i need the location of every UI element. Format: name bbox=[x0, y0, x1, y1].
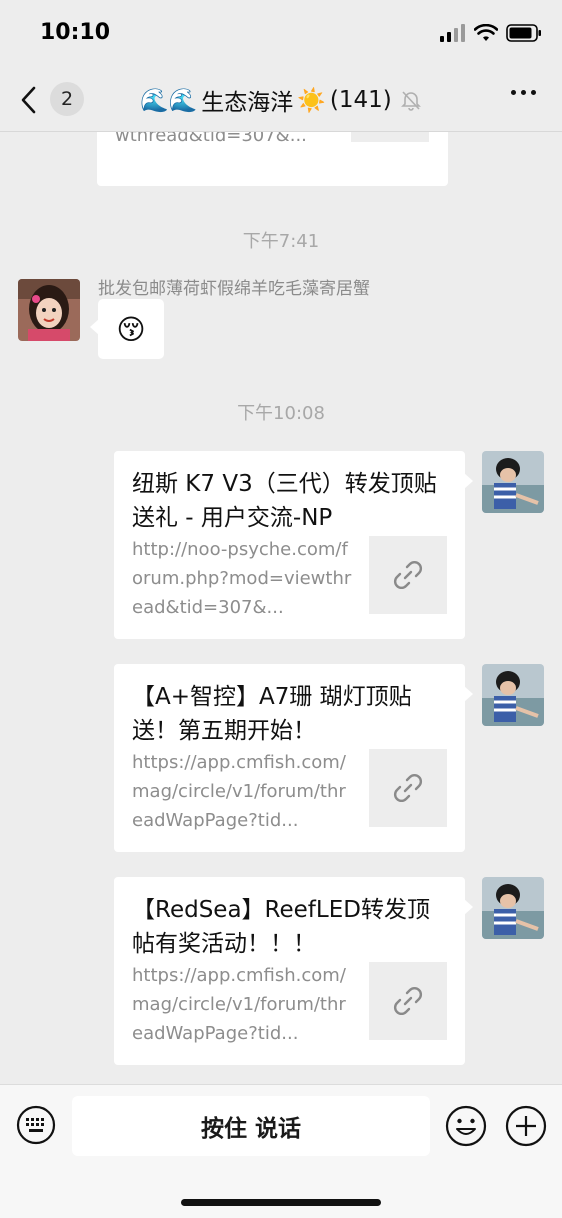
chevron-left-icon bbox=[21, 86, 36, 114]
bell-off-icon bbox=[400, 91, 421, 111]
link-card-partial[interactable]: m/forum.php?mod=viewthread&tid=307&... bbox=[97, 132, 448, 186]
bubble-tail bbox=[464, 473, 473, 489]
sun-emoji: ☀️ bbox=[297, 87, 326, 114]
link-card-thumbnail bbox=[369, 749, 447, 827]
link-card-title: 纽斯 K7 V3（三代）转发顶贴送礼 - 用户交流-NP bbox=[132, 471, 437, 531]
chat-title-text: 生态海洋 bbox=[201, 90, 294, 116]
emoji-message-bubble[interactable]: 😚 bbox=[90, 299, 164, 359]
link-card-thumbnail bbox=[369, 962, 447, 1040]
member-count: (141) bbox=[329, 87, 392, 113]
wave-emoji: 🌊🌊 bbox=[140, 87, 198, 114]
bubble-tail bbox=[464, 899, 473, 915]
back-button[interactable]: 2 bbox=[20, 82, 88, 118]
chat-title[interactable]: 🌊🌊 生态海洋 ☀️ (141) bbox=[140, 84, 440, 116]
status-icons bbox=[440, 24, 542, 42]
my-avatar[interactable] bbox=[482, 877, 544, 939]
smiley-icon bbox=[445, 1105, 487, 1147]
signal-icon bbox=[440, 24, 465, 42]
link-icon bbox=[394, 774, 422, 802]
nav-bar: 2 🌊🌊 生态海洋 ☀️ (141) bbox=[0, 68, 562, 132]
more-button[interactable] bbox=[511, 90, 536, 95]
status-bar: 10:10 bbox=[0, 0, 562, 68]
bubble-tail bbox=[90, 319, 99, 335]
link-card-thumbnail bbox=[369, 536, 447, 614]
link-icon bbox=[394, 987, 422, 1015]
link-icon bbox=[394, 561, 422, 589]
link-card[interactable]: 纽斯 K7 V3（三代）转发顶贴送礼 - 用户交流-NP http://noo-… bbox=[114, 451, 473, 639]
more-functions-button[interactable] bbox=[505, 1105, 547, 1147]
plus-circle-icon bbox=[505, 1105, 547, 1147]
my-avatar[interactable] bbox=[482, 664, 544, 726]
link-card-url: m/forum.php?mod=viewthread&tid=307&... bbox=[115, 132, 307, 146]
sender-name: 批发包邮薄荷虾假绵羊吃毛藻寄居蟹 bbox=[98, 279, 370, 299]
link-card[interactable]: 【A+智控】A7珊 瑚灯顶贴送！第五期开始！ https://app.cmfis… bbox=[114, 664, 473, 852]
wifi-icon bbox=[474, 24, 498, 41]
link-card-url: http://noo-psyche.com/forum.php?mod=view… bbox=[132, 539, 352, 618]
emoji-button[interactable] bbox=[445, 1105, 487, 1147]
unread-count-badge: 2 bbox=[50, 82, 84, 116]
battery-icon bbox=[506, 24, 541, 42]
my-avatar[interactable] bbox=[482, 451, 544, 513]
link-card-thumbnail bbox=[351, 132, 429, 142]
input-bar: 按住 说话 bbox=[0, 1084, 562, 1218]
more-dots-icon bbox=[511, 90, 516, 95]
link-card-url: https://app.cmfish.com/mag/circle/v1/for… bbox=[132, 965, 346, 1044]
sender-avatar[interactable] bbox=[18, 279, 80, 341]
keyboard-icon bbox=[16, 1105, 56, 1145]
home-indicator[interactable] bbox=[181, 1199, 381, 1206]
status-time: 10:10 bbox=[40, 20, 111, 45]
keyboard-toggle-button[interactable] bbox=[16, 1105, 56, 1145]
link-card[interactable]: 【RedSea】ReefLED转发顶帖有奖活动！！！ https://app.c… bbox=[114, 877, 473, 1065]
timestamp: 下午10:08 bbox=[237, 403, 325, 424]
chat-area[interactable]: m/forum.php?mod=viewthread&tid=307&... 下… bbox=[0, 132, 562, 1084]
hold-to-talk-button[interactable]: 按住 说话 bbox=[72, 1096, 430, 1156]
timestamp: 下午7:41 bbox=[242, 231, 320, 252]
link-card-url: https://app.cmfish.com/mag/circle/v1/for… bbox=[132, 752, 346, 831]
kissing-face-emoji: 😚 bbox=[116, 312, 146, 346]
bubble-tail bbox=[464, 686, 473, 702]
link-card-title: 【RedSea】ReefLED转发顶帖有奖活动！！！ bbox=[132, 897, 430, 957]
link-card-title: 【A+智控】A7珊 瑚灯顶贴送！第五期开始！ bbox=[132, 684, 412, 744]
